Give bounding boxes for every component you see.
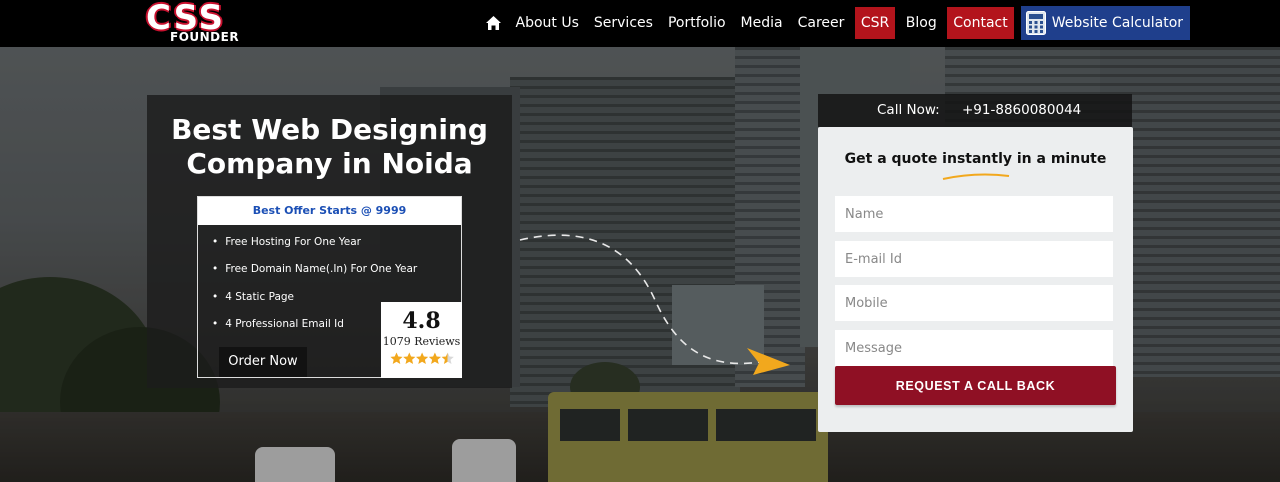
email-field[interactable] [835, 241, 1113, 277]
title-underline-icon [942, 173, 1010, 180]
nav-csr[interactable]: CSR [854, 7, 896, 39]
order-now-button[interactable]: Order Now [219, 347, 307, 377]
list-item: Free Hosting For One Year [212, 236, 417, 263]
star-icon [428, 352, 441, 364]
calculator-icon [1025, 11, 1046, 35]
dashed-arrow-icon [519, 234, 790, 375]
nav-career[interactable]: Career [790, 7, 852, 39]
request-call-back-button[interactable]: REQUEST A CALL BACK [835, 366, 1116, 405]
call-now-bar: Call Now: +91-8860080044 [818, 94, 1132, 127]
list-item: Free Domain Name(.In) For One Year [212, 263, 417, 290]
headline-line-2: Company in Noida [186, 147, 473, 180]
star-icon [402, 352, 415, 364]
nav-portfolio[interactable]: Portfolio [660, 7, 733, 39]
offer-box: Best Offer Starts @ 9999 Free Hosting Fo… [197, 196, 462, 378]
form-title: Get a quote instantly in a minute [844, 151, 1107, 167]
mobile-field[interactable] [835, 285, 1113, 321]
offer-title: Best Offer Starts @ 9999 [198, 197, 461, 225]
logo-sub-text: FOUNDER [170, 30, 240, 44]
main-nav: About Us Services Portfolio Media Career… [478, 6, 1191, 40]
star-icon [389, 352, 403, 364]
hero-headline: Best Web Designing Company in Noida [147, 113, 512, 181]
rating-badge: 4.8 1079 Reviews [381, 302, 462, 378]
review-count: 1079 Reviews [382, 335, 461, 348]
nav-media[interactable]: Media [733, 7, 790, 39]
name-field[interactable] [835, 196, 1113, 232]
top-navigation-bar: CSS FOUNDER About Us Services Portfolio … [0, 0, 1280, 47]
call-now-label: Call Now: [877, 102, 940, 118]
offer-panel: Best Web Designing Company in Noida Best… [147, 95, 512, 388]
headline-line-1: Best Web Designing [171, 113, 488, 146]
nav-contact[interactable]: Contact [947, 7, 1014, 39]
half-star-icon [441, 352, 454, 364]
quote-form: Get a quote instantly in a minute REQUES… [818, 127, 1133, 432]
phone-number-link[interactable]: +91-8860080044 [962, 94, 1081, 127]
website-calculator-label: Website Calculator [1051, 15, 1184, 31]
star-icon [415, 352, 428, 364]
nav-services[interactable]: Services [586, 7, 660, 39]
nav-about-us[interactable]: About Us [508, 7, 586, 39]
home-icon[interactable] [478, 7, 508, 39]
message-field[interactable] [835, 330, 1113, 366]
css-founder-logo[interactable]: CSS FOUNDER [146, 0, 242, 44]
star-rating [381, 352, 462, 365]
rating-score: 4.8 [402, 308, 441, 334]
nav-blog[interactable]: Blog [898, 7, 944, 39]
website-calculator-button[interactable]: Website Calculator [1020, 6, 1191, 40]
